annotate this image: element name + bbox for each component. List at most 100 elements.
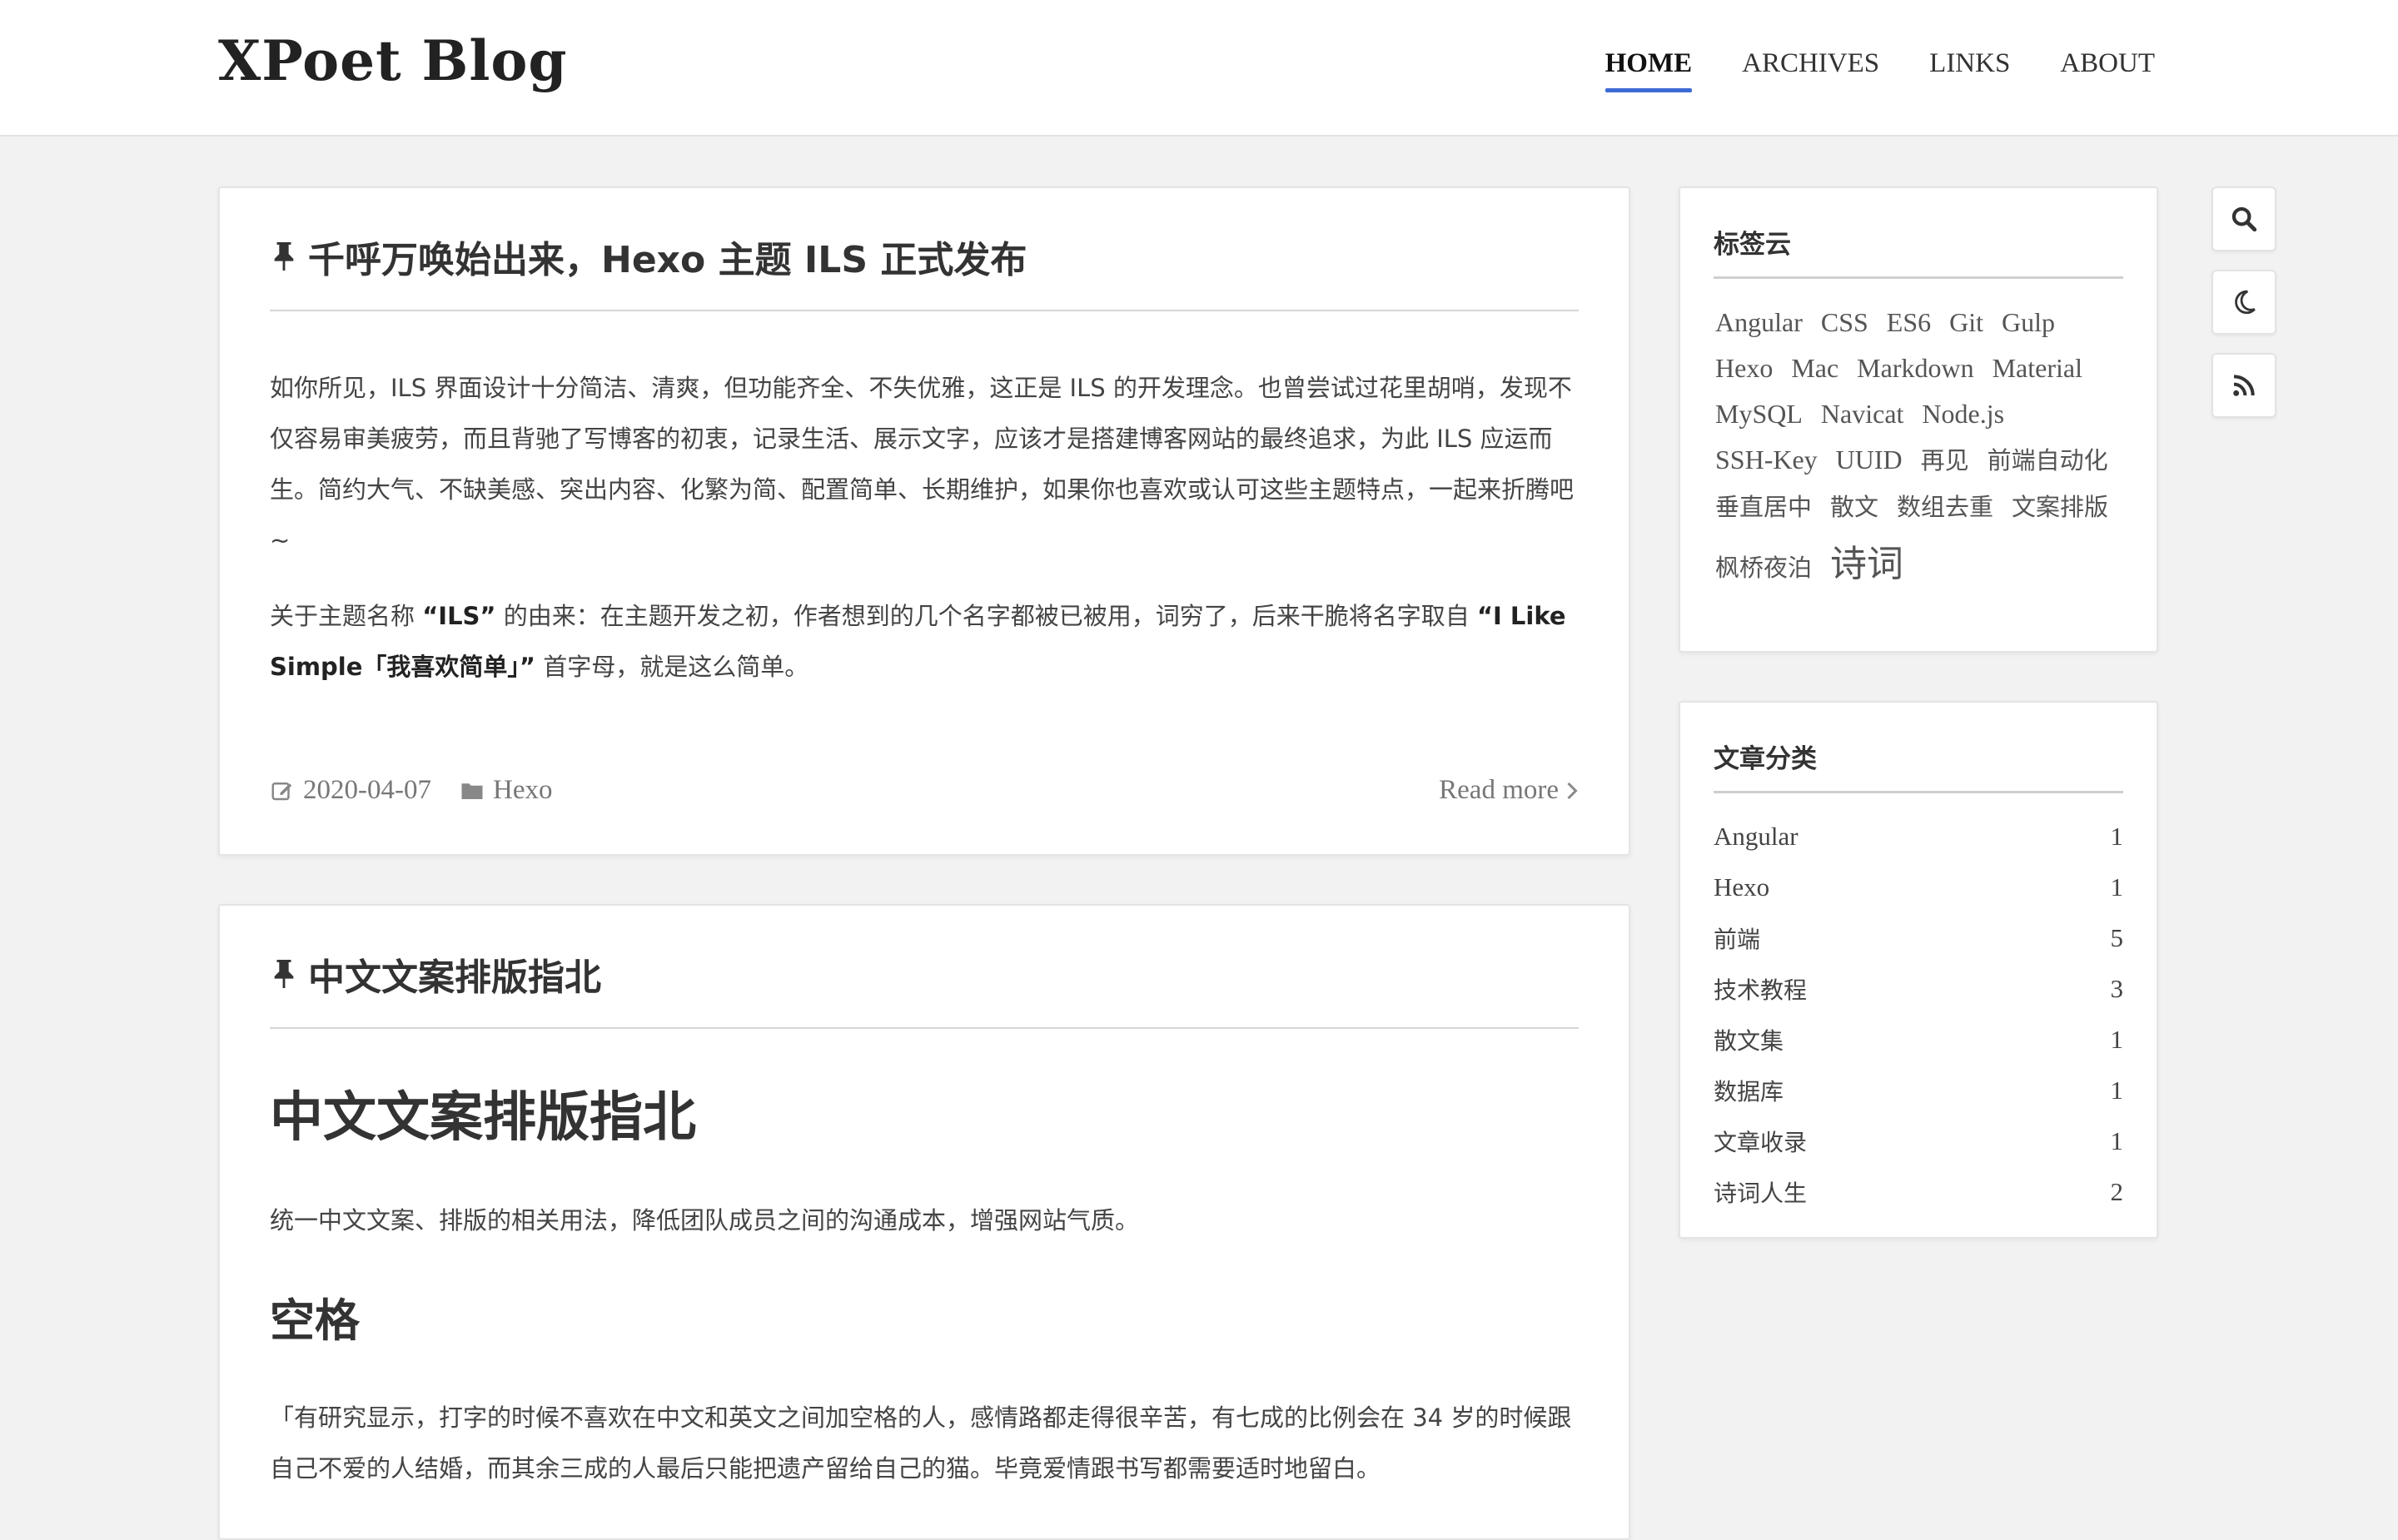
tag-link[interactable]: Markdown xyxy=(1857,353,1973,383)
pin-icon xyxy=(274,960,294,988)
nav-home[interactable]: HOME xyxy=(1604,48,1692,92)
side-tools xyxy=(2211,186,2276,418)
search-button[interactable] xyxy=(2211,186,2276,251)
tag-link[interactable]: Angular xyxy=(1715,307,1803,337)
post-excerpt: 如你所见，ILS 界面设计十分简洁、清爽，但功能齐全、不失优雅，这正是 ILS … xyxy=(270,363,1579,718)
divider xyxy=(270,310,1579,311)
tag-link[interactable]: Mac xyxy=(1791,353,1838,383)
post-title-text: 中文文案排版指北 xyxy=(308,956,601,999)
divider xyxy=(1714,276,2123,279)
nav-links[interactable]: LINKS xyxy=(1929,48,2010,89)
category-item[interactable]: 前端 5 xyxy=(1714,912,2123,963)
excerpt-paragraph: 关于主题名称 “ILS” 的由来：在主题开发之初，作者想到的几个名字都被已被用，… xyxy=(270,591,1579,693)
post-title-text: 千呼万唤始出来，Hexo 主题 ILS 正式发布 xyxy=(308,239,1027,281)
search-icon xyxy=(2231,206,2257,232)
rss-button[interactable] xyxy=(2211,353,2276,418)
excerpt-paragraph: 如你所见，ILS 界面设计十分简洁、清爽，但功能齐全、不失优雅，这正是 ILS … xyxy=(270,374,1575,554)
tag-link[interactable]: 前端自动化 xyxy=(1988,446,2108,474)
tag-link[interactable]: 散文 xyxy=(1830,493,1878,521)
tag-link[interactable]: 枫桥夜泊 xyxy=(1715,554,1812,582)
article-intro: 统一中文文案、排版的相关用法，降低团队成员之间的沟通成本，增强网站气质。 xyxy=(270,1206,1140,1234)
tag-link[interactable]: ES6 xyxy=(1887,307,1931,337)
edit-icon xyxy=(271,782,292,800)
read-more-link[interactable]: Read more xyxy=(1439,775,1579,806)
category-count: 3 xyxy=(2110,973,2124,1003)
post-title[interactable]: 千呼万唤始出来，Hexo 主题 ILS 正式发布 xyxy=(270,230,1027,283)
post-excerpt: 中文文案排版指北 统一中文文案、排版的相关用法，降低团队成员之间的沟通成本，增强… xyxy=(270,1080,1579,1494)
strong-text: “ILS” xyxy=(422,602,496,630)
pin-icon xyxy=(274,242,294,271)
text: 关于主题名称 xyxy=(270,602,423,630)
tag-link[interactable]: Hexo xyxy=(1715,353,1773,383)
post-date: 2020-04-07 xyxy=(270,775,431,806)
nav-about[interactable]: ABOUT xyxy=(2060,48,2155,89)
site-header: XPoet Blog HOME ARCHIVES LINKS ABOUT xyxy=(0,0,2398,137)
category-item[interactable]: 散文集 1 xyxy=(1714,1014,2123,1065)
main-nav: HOME ARCHIVES LINKS ABOUT xyxy=(1604,48,2155,92)
tag-link[interactable]: 诗词 xyxy=(1830,543,1903,585)
category-name: 数据库 xyxy=(1714,1077,1784,1105)
category-count: 1 xyxy=(2110,1075,2124,1105)
category-item[interactable]: 技术教程 3 xyxy=(1714,963,2123,1014)
tag-link[interactable]: 垂直居中 xyxy=(1715,493,1812,521)
tag-link[interactable]: Gulp xyxy=(2002,307,2055,337)
post-category[interactable]: Hexo xyxy=(460,775,552,806)
category-count: 1 xyxy=(2110,1125,2124,1155)
category-list: Angular 1 Hexo 1 前端 5 技术教程 3 散文集 1 数据库 1 文章收录 1… xyxy=(1714,811,2123,1217)
tag-link[interactable]: Material xyxy=(1993,353,2082,383)
text: 的由来：在主题开发之初，作者想到的几个名字都被已被用，词穷了，后来干脆将名字取自 xyxy=(495,602,1477,630)
date-text: 2020-04-07 xyxy=(303,775,431,805)
moon-icon xyxy=(2235,290,2256,315)
rss-icon xyxy=(2233,375,2255,396)
post-title[interactable]: 中文文案排版指北 xyxy=(270,947,601,1001)
chevron-right-icon xyxy=(1567,782,1578,799)
category-item[interactable]: Angular 1 xyxy=(1714,811,2123,862)
article-paragraph: 「有研究显示，打字的时候不喜欢在中文和英文之间加空格的人，感情路都走得很辛苦，有… xyxy=(270,1403,1572,1483)
divider xyxy=(270,1027,1579,1029)
tag-link[interactable]: UUID xyxy=(1836,445,1903,474)
category-item[interactable]: Hexo 1 xyxy=(1714,862,2123,912)
tag-link[interactable]: Navicat xyxy=(1821,399,1904,429)
tag-link[interactable]: 文案排版 xyxy=(2012,493,2108,521)
post-card: 千呼万唤始出来，Hexo 主题 ILS 正式发布 如你所见，ILS 界面设计十分… xyxy=(218,186,1630,856)
category-item[interactable]: 文章收录 1 xyxy=(1714,1115,2123,1166)
widget-title: 文章分类 xyxy=(1714,744,1817,774)
tag-cloud-widget: 标签云 Angular CSS ES6 Git Gulp Hexo Mac Ma… xyxy=(1679,186,2158,653)
read-more-text: Read more xyxy=(1439,775,1559,805)
tag-link[interactable]: Node.js xyxy=(1922,399,2004,429)
post-meta: 2020-04-07 Hexo Read more xyxy=(270,775,1579,806)
article-heading: 中文文案排版指北 xyxy=(270,1087,696,1149)
category-name: Hexo xyxy=(1714,872,1770,902)
tag-link[interactable]: MySQL xyxy=(1715,399,1803,429)
divider xyxy=(1714,791,2123,793)
category-name: 前端 xyxy=(1714,925,1761,953)
categories-widget: 文章分类 Angular 1 Hexo 1 前端 5 技术教程 3 散文集 1 数据库 1 … xyxy=(1679,701,2158,1239)
tag-list: Angular CSS ES6 Git Gulp Hexo Mac Markdo… xyxy=(1715,300,2123,599)
category-count: 1 xyxy=(2110,1024,2124,1054)
text: 首字母，就是这么简单。 xyxy=(535,653,809,681)
category-count: 1 xyxy=(2110,872,2124,902)
category-name: 技术教程 xyxy=(1714,976,1808,1004)
category-count: 2 xyxy=(2110,1176,2124,1206)
dark-mode-toggle[interactable] xyxy=(2211,270,2276,335)
category-name: 文章收录 xyxy=(1714,1128,1808,1156)
category-name: Angular xyxy=(1714,821,1798,851)
site-title[interactable]: XPoet Blog xyxy=(218,28,568,93)
tag-link[interactable]: SSH-Key xyxy=(1715,445,1818,474)
category-item[interactable]: 诗词人生 2 xyxy=(1714,1166,2123,1217)
category-count: 5 xyxy=(2110,922,2124,952)
category-count: 1 xyxy=(2110,821,2124,851)
category-text: Hexo xyxy=(492,775,553,805)
nav-archives[interactable]: ARCHIVES xyxy=(1742,48,1879,89)
tag-link[interactable]: 数组去重 xyxy=(1897,493,1993,521)
section-heading: 空格 xyxy=(270,1294,360,1347)
tag-link[interactable]: 再见 xyxy=(1921,446,1969,474)
widget-title: 标签云 xyxy=(1714,230,1791,260)
tag-link[interactable]: Git xyxy=(1949,307,1983,337)
category-name: 散文集 xyxy=(1714,1026,1784,1055)
post-card: 中文文案排版指北 中文文案排版指北 统一中文文案、排版的相关用法，降低团队成员之… xyxy=(218,904,1630,1540)
folder-icon xyxy=(461,782,483,799)
tag-link[interactable]: CSS xyxy=(1821,307,1868,337)
category-name: 诗词人生 xyxy=(1714,1179,1808,1207)
category-item[interactable]: 数据库 1 xyxy=(1714,1065,2123,1115)
